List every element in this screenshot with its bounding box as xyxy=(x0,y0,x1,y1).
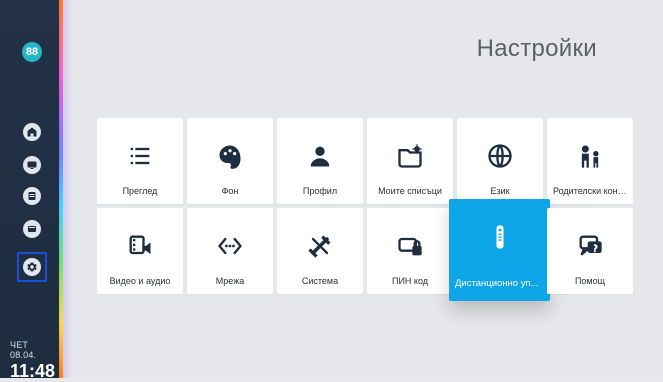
tile-label: Профил xyxy=(302,186,338,196)
parental-icon xyxy=(570,136,610,176)
user-icon xyxy=(300,136,340,176)
palette-icon xyxy=(210,136,250,176)
folder-gear-icon xyxy=(390,136,430,176)
tile-label: Помощ xyxy=(574,276,606,286)
tile-label: Мрежа xyxy=(215,276,245,286)
tile-language[interactable]: Език xyxy=(457,118,543,204)
tile-pin-code[interactable]: ПИН код xyxy=(367,208,453,294)
tile-my-lists[interactable]: Моите списъци xyxy=(367,118,453,204)
recordings-icon xyxy=(26,190,38,202)
profile-badge-text: 88 xyxy=(25,46,39,58)
sidebar-datetime: ЧЕТ 08.04. 11:48 xyxy=(10,340,56,382)
sidebar-home-button[interactable] xyxy=(23,123,41,141)
tile-label: Фон xyxy=(221,186,239,196)
network-icon xyxy=(210,226,250,266)
tile-parental-control[interactable]: Родителски конт… xyxy=(547,118,633,204)
page-title: Настройки xyxy=(476,35,597,62)
globe-icon xyxy=(480,136,520,176)
tile-label: Видео и аудио xyxy=(109,276,171,286)
library-icon xyxy=(26,223,38,235)
tile-remote-control[interactable]: Дистанционно уп... xyxy=(449,199,550,301)
sidebar-tv-button[interactable] xyxy=(23,156,41,174)
tools-icon xyxy=(300,226,340,266)
tile-label: Дистанционно уп... xyxy=(455,278,539,289)
profile-badge[interactable]: 88 xyxy=(22,42,42,62)
tile-video-audio[interactable]: Видео и аудио xyxy=(97,208,183,294)
pin-lock-icon xyxy=(390,226,430,266)
tile-overview[interactable]: Преглед xyxy=(97,118,183,204)
tile-label: Система xyxy=(301,276,339,286)
tile-help[interactable]: Помощ xyxy=(547,208,633,294)
tile-label: Моите списъци xyxy=(378,186,442,196)
help-icon xyxy=(570,226,610,266)
sidebar: 88 ЧЕТ 08.04. 11:48 xyxy=(0,0,60,381)
tile-system[interactable]: Система xyxy=(277,208,363,294)
tile-label: Родителски конт… xyxy=(553,186,627,196)
sidebar-settings-button[interactable] xyxy=(23,258,41,276)
home-icon xyxy=(26,126,38,138)
tile-network[interactable]: Мрежа xyxy=(187,208,273,294)
tile-background[interactable]: Фон xyxy=(187,118,273,204)
time-text: 11:48 xyxy=(10,361,56,381)
tile-label: Език xyxy=(490,186,510,196)
video-audio-icon xyxy=(120,226,160,266)
sidebar-recordings-button[interactable] xyxy=(23,187,41,205)
tile-label: Преглед xyxy=(122,186,158,196)
tv-icon xyxy=(26,159,38,171)
settings-screen: 88 ЧЕТ 08.04. 11:48 Настройки Преглед Фо… xyxy=(0,0,663,381)
tile-label: ПИН код xyxy=(391,276,429,286)
tile-profile[interactable]: Профил xyxy=(277,118,363,204)
remote-icon xyxy=(480,217,520,257)
sidebar-library-button[interactable] xyxy=(23,220,41,238)
list-icon xyxy=(120,136,160,176)
settings-icon xyxy=(26,261,38,273)
sidebar-accent-strip xyxy=(59,0,73,378)
date-text: ЧЕТ 08.04. xyxy=(10,340,37,360)
